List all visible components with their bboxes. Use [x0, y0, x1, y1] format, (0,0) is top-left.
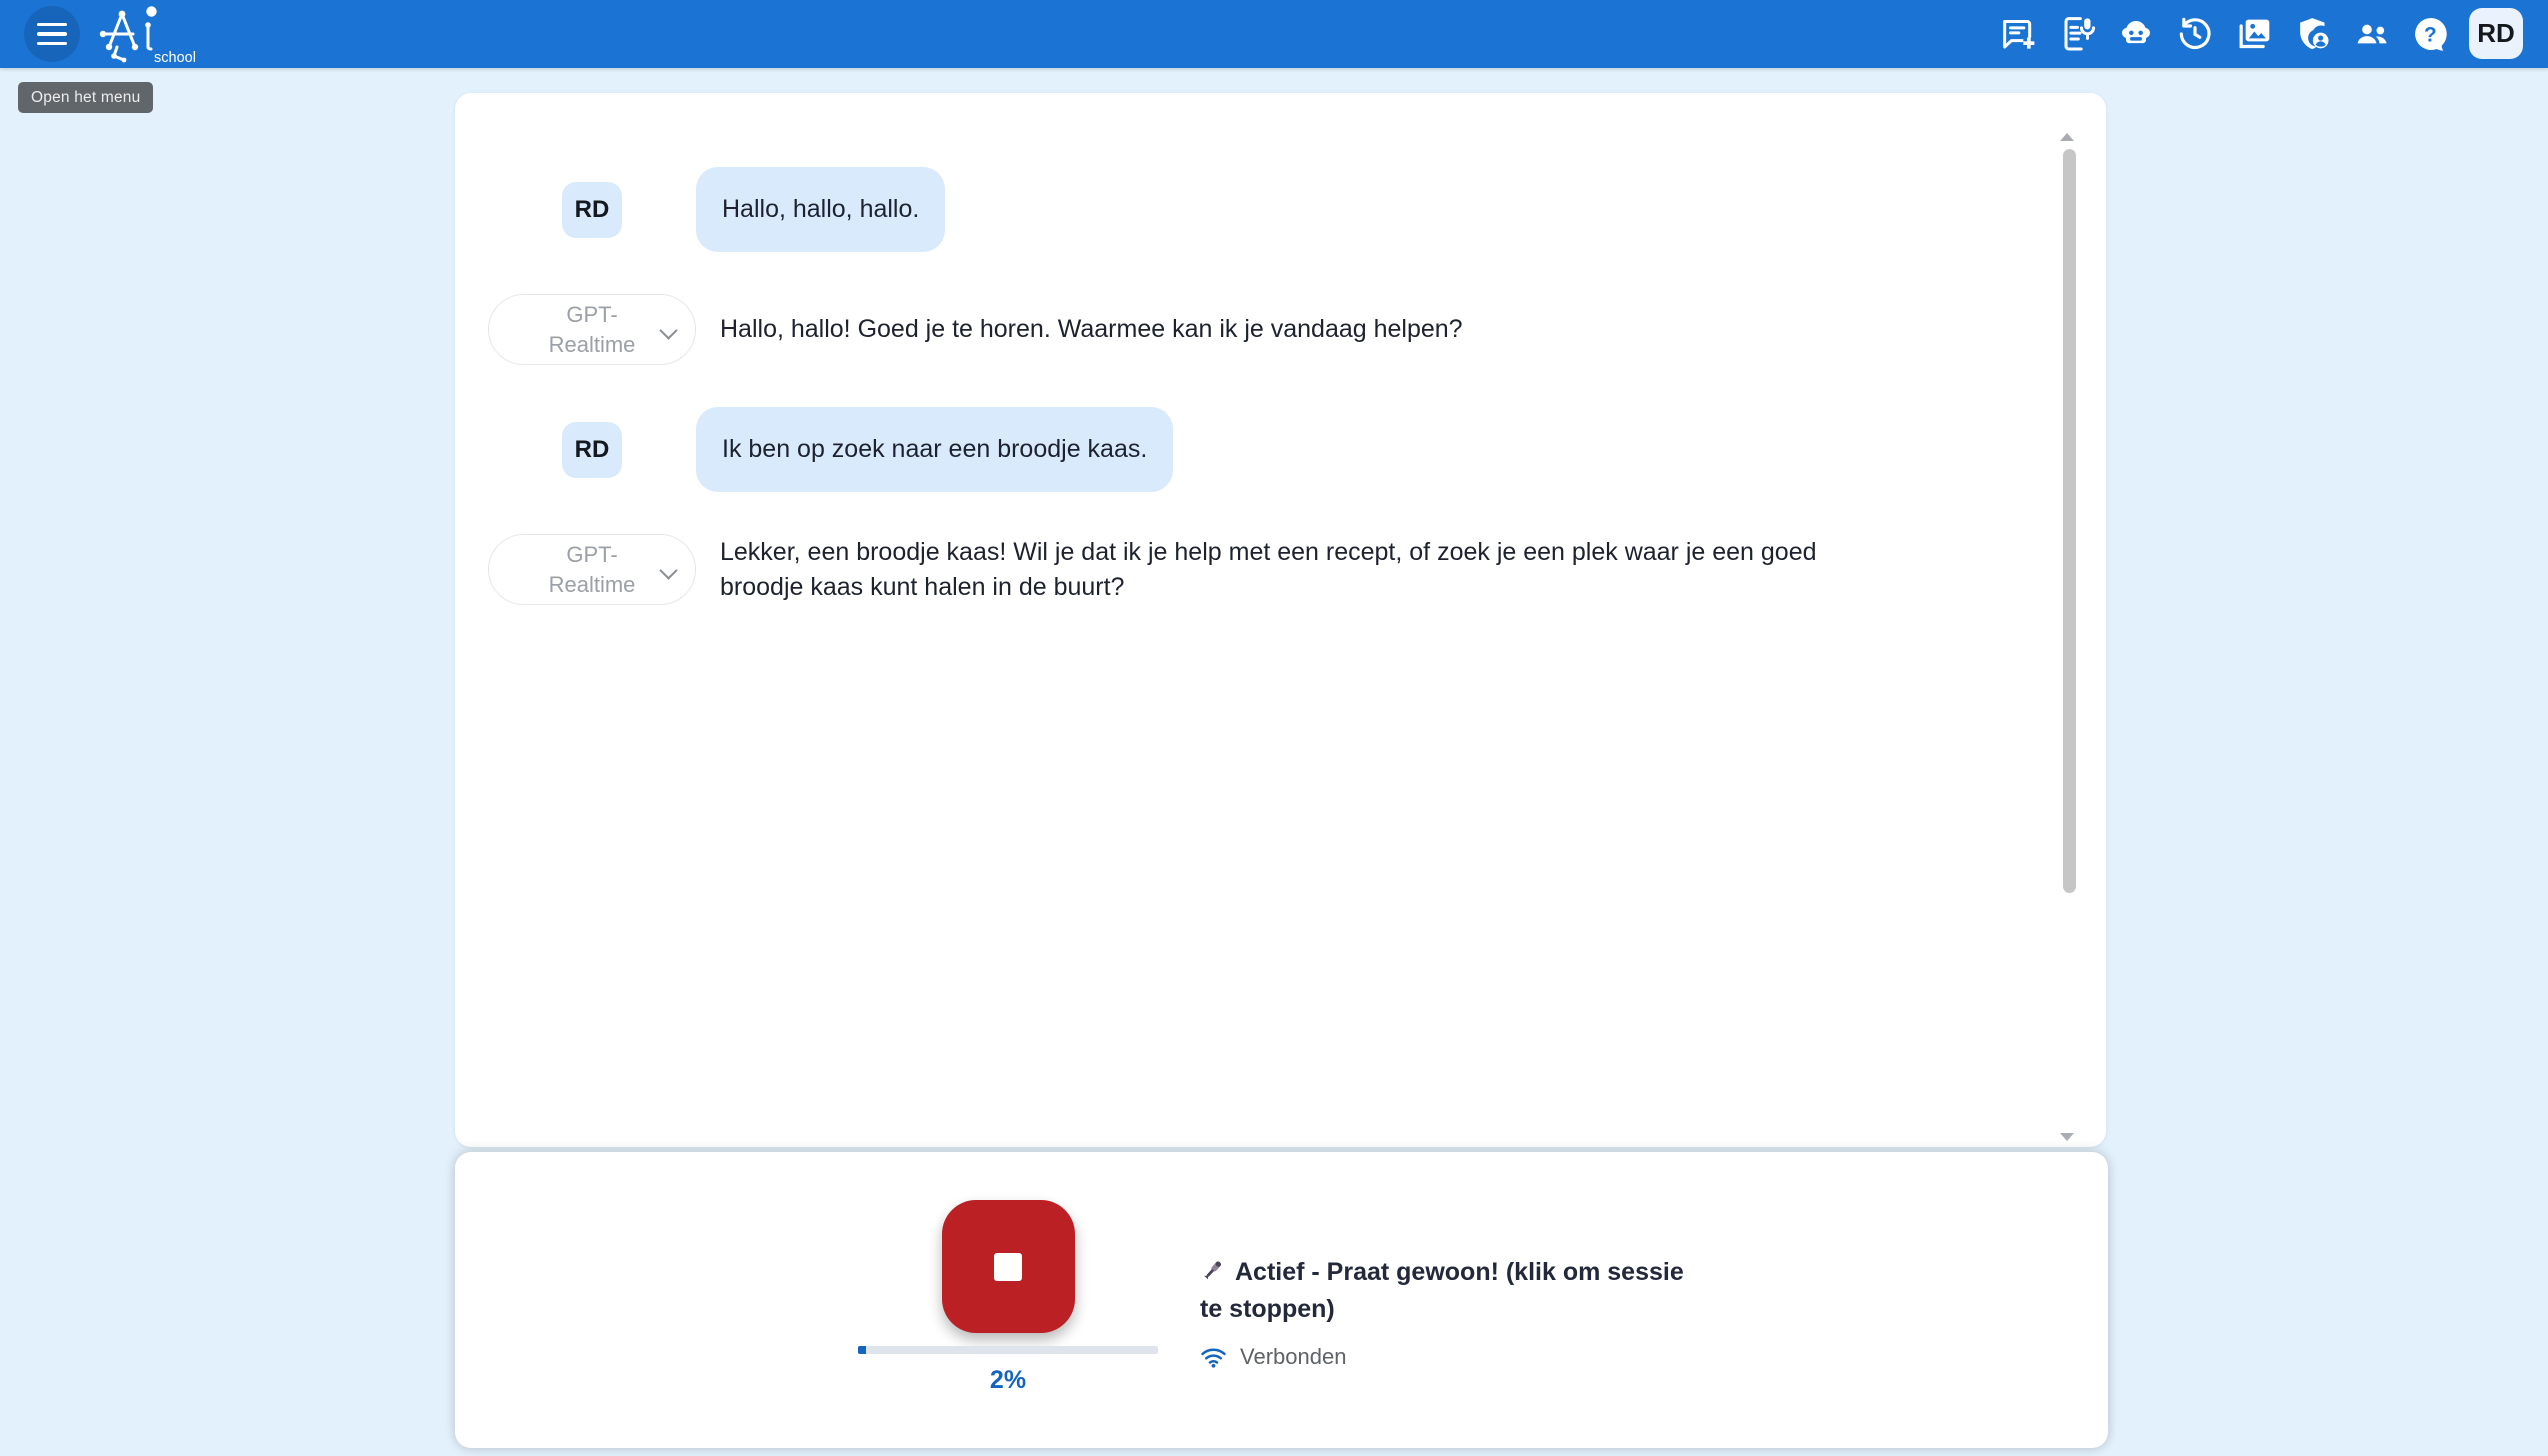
user-bubble: Ik ben op zoek naar een broodje kaas.	[696, 407, 1173, 492]
session-status: Actief - Praat gewoon! (klik om sessie t…	[1200, 1254, 1705, 1370]
app-logo[interactable]: school	[88, 1, 206, 72]
groups-icon	[2352, 14, 2392, 54]
admin-shield-icon	[2293, 14, 2333, 54]
chat-message-row: GPT-Realtime Lekker, een broodje kaas! W…	[488, 534, 2016, 605]
user-bubble: Hallo, hallo, hallo.	[696, 167, 945, 252]
scrollbar-down-arrow[interactable]	[2060, 1133, 2074, 1141]
header-actions: ?	[1997, 13, 2452, 55]
microphone-icon	[1200, 1257, 1226, 1283]
chevron-down-icon	[659, 561, 677, 579]
user-avatar-button[interactable]: RD	[2469, 8, 2523, 59]
chat-message-row: GPT-Realtime Hallo, hallo! Goed je te ho…	[488, 294, 2016, 365]
history-icon	[2175, 14, 2215, 54]
media-library-button[interactable]	[2233, 13, 2275, 55]
page: school	[0, 0, 2548, 1456]
voice-document-button[interactable]	[2056, 13, 2098, 55]
model-label: GPT-Realtime	[532, 300, 652, 359]
progress-percentage: 2%	[990, 1366, 1026, 1395]
connection-text: Verbonden	[1240, 1344, 1346, 1370]
audio-progress-fill	[858, 1346, 866, 1354]
svg-text:?: ?	[2424, 23, 2437, 46]
chat-panel: RD Hallo, hallo, hallo. GPT-Realtime Hal…	[455, 93, 2106, 1147]
user-avatar: RD	[562, 422, 622, 478]
help-icon: ?	[2411, 14, 2451, 54]
chat-message-row: RD Ik ben op zoek naar een broodje kaas.	[488, 407, 2016, 492]
groups-button[interactable]	[2351, 13, 2393, 55]
new-chat-button[interactable]	[1997, 13, 2039, 55]
chevron-down-icon	[659, 321, 677, 339]
status-text: Actief - Praat gewoon! (klik om sessie t…	[1200, 1258, 1684, 1323]
ai-school-logo-icon: school	[88, 1, 206, 67]
session-card: 2% Actief - Praat gewoon! (klik om sessi…	[455, 1152, 2108, 1448]
robot-assistant-button[interactable]	[2115, 13, 2157, 55]
audio-progress-track	[858, 1346, 1158, 1354]
wifi-icon	[1200, 1346, 1227, 1368]
svg-text:school: school	[154, 50, 196, 66]
message-text: Ik ben op zoek naar een broodje kaas.	[722, 435, 1147, 463]
model-label: GPT-Realtime	[532, 540, 652, 599]
user-avatar: RD	[562, 182, 622, 238]
session-controls: 2%	[858, 1200, 1158, 1395]
help-button[interactable]: ?	[2410, 13, 2452, 55]
chat-message-row: RD Hallo, hallo, hallo.	[488, 167, 2016, 252]
menu-button[interactable]	[24, 6, 80, 62]
model-selector[interactable]: GPT-Realtime	[488, 294, 696, 365]
robot-icon	[2116, 14, 2156, 54]
voice-document-icon	[2057, 14, 2097, 54]
scrollbar-up-arrow[interactable]	[2060, 133, 2074, 141]
menu-icon	[37, 23, 67, 27]
assistant-text: Lekker, een broodje kaas! Wil je dat ik …	[720, 535, 1845, 605]
media-library-icon	[2234, 14, 2274, 54]
menu-tooltip: Open het menu	[18, 82, 153, 113]
new-chat-icon	[1998, 14, 2038, 54]
history-button[interactable]	[2174, 13, 2216, 55]
stop-icon	[994, 1253, 1022, 1281]
assistant-text: Hallo, hallo! Goed je te horen. Waarmee …	[720, 312, 1463, 347]
admin-shield-button[interactable]	[2292, 13, 2334, 55]
message-text: Hallo, hallo, hallo.	[722, 195, 919, 223]
chat-message-list: RD Hallo, hallo, hallo. GPT-Realtime Hal…	[488, 167, 2016, 647]
model-selector[interactable]: GPT-Realtime	[488, 534, 696, 605]
header-bar: school	[0, 0, 2548, 68]
stop-session-button[interactable]	[942, 1200, 1075, 1333]
scrollbar-thumb[interactable]	[2063, 149, 2076, 893]
